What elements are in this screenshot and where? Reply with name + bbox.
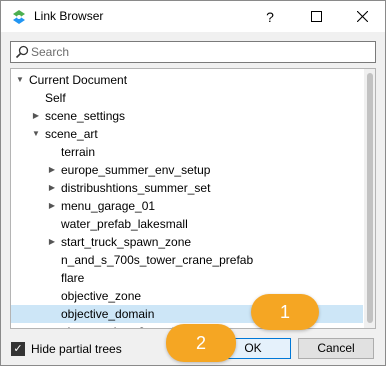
hide-partial-trees-checkbox[interactable]: ✓ — [11, 342, 25, 356]
window-title: Link Browser — [34, 9, 104, 23]
tree-item-label: Current Document — [29, 73, 128, 87]
tree-item-label: n_and_s_700s_tower_crane_prefab — [61, 253, 254, 267]
tree-item[interactable]: n_and_s_700s_tower_crane_prefab — [11, 251, 363, 269]
link-browser-window: Link Browser ? ▼ Current Document Self ▶ sce… — [0, 0, 386, 366]
step-callout-2: 2 — [166, 324, 236, 362]
maximize-button[interactable] — [293, 1, 339, 32]
search-box[interactable] — [10, 41, 376, 63]
tree-item[interactable]: Self — [11, 89, 363, 107]
collapsed-arrow-icon[interactable]: ▶ — [47, 161, 57, 179]
tree-item-label: start_truck_spawn_zone — [61, 235, 192, 249]
hide-partial-trees-label: Hide partial trees — [31, 342, 122, 356]
collapsed-arrow-icon[interactable]: ▶ — [47, 197, 57, 215]
close-button[interactable] — [339, 1, 385, 32]
tree-item-label: scene_art — [45, 127, 98, 141]
step-callout-1-label: 1 — [279, 301, 290, 322]
step-callout-1: 1 — [251, 294, 319, 330]
collapsed-arrow-icon[interactable]: ▶ — [47, 179, 57, 197]
link-tree[interactable]: ▼ Current Document Self ▶ scene_settings ▼ sce… — [10, 68, 376, 329]
tree-item-label: scene_settings — [45, 109, 126, 123]
help-button[interactable]: ? — [247, 1, 293, 32]
tree-item[interactable]: ▶ scene_settings — [11, 107, 363, 125]
close-icon — [356, 11, 368, 22]
vertical-scrollbar[interactable] — [364, 69, 375, 328]
tree-item-label: water_prefab_lakesmall — [61, 217, 188, 231]
tree-item[interactable]: ▶ menu_garage_01 — [11, 197, 363, 215]
tree-item-label: flare — [61, 271, 85, 285]
tree-item-label: Self — [45, 91, 66, 105]
cancel-button[interactable]: Cancel — [298, 338, 374, 359]
expanded-arrow-icon[interactable]: ▼ — [15, 71, 25, 89]
tree-item[interactable]: flare — [11, 269, 363, 287]
tree-item-label: menu_garage_01 — [61, 199, 156, 213]
tree-item[interactable]: ▶ start_truck_spawn_zone — [11, 233, 363, 251]
collapsed-arrow-icon[interactable]: ▶ — [31, 107, 41, 125]
tree-item-label: distribushtions_summer_set — [61, 181, 211, 195]
tree-item-label: terrain — [61, 145, 96, 159]
search-icon — [15, 45, 29, 59]
maximize-icon — [310, 11, 322, 22]
scrollbar-thumb[interactable] — [367, 73, 373, 323]
tree-item-label: objective_domain — [61, 307, 155, 321]
tree-item-label: objective_zone — [61, 289, 142, 303]
help-glyph: ? — [266, 8, 274, 25]
expanded-arrow-icon[interactable]: ▼ — [31, 125, 41, 143]
tree-item-label: europe_summer_env_setup — [61, 163, 211, 177]
title-bar[interactable]: Link Browser ? — [1, 1, 385, 32]
tree-item[interactable]: ▼ scene_art — [11, 125, 363, 143]
step-callout-2-label: 2 — [195, 332, 206, 353]
tree-item[interactable]: water_prefab_lakesmall — [11, 215, 363, 233]
tree-item[interactable]: terrain — [11, 143, 363, 161]
tree-item[interactable]: ▶ distribushtions_summer_set — [11, 179, 363, 197]
tree-item[interactable]: ▶ europe_summer_env_setup — [11, 161, 363, 179]
app-logo-icon — [13, 10, 25, 24]
tree-item[interactable]: ▼ Current Document — [11, 71, 363, 89]
collapsed-arrow-icon[interactable]: ▶ — [47, 233, 57, 251]
search-input[interactable] — [31, 44, 371, 60]
